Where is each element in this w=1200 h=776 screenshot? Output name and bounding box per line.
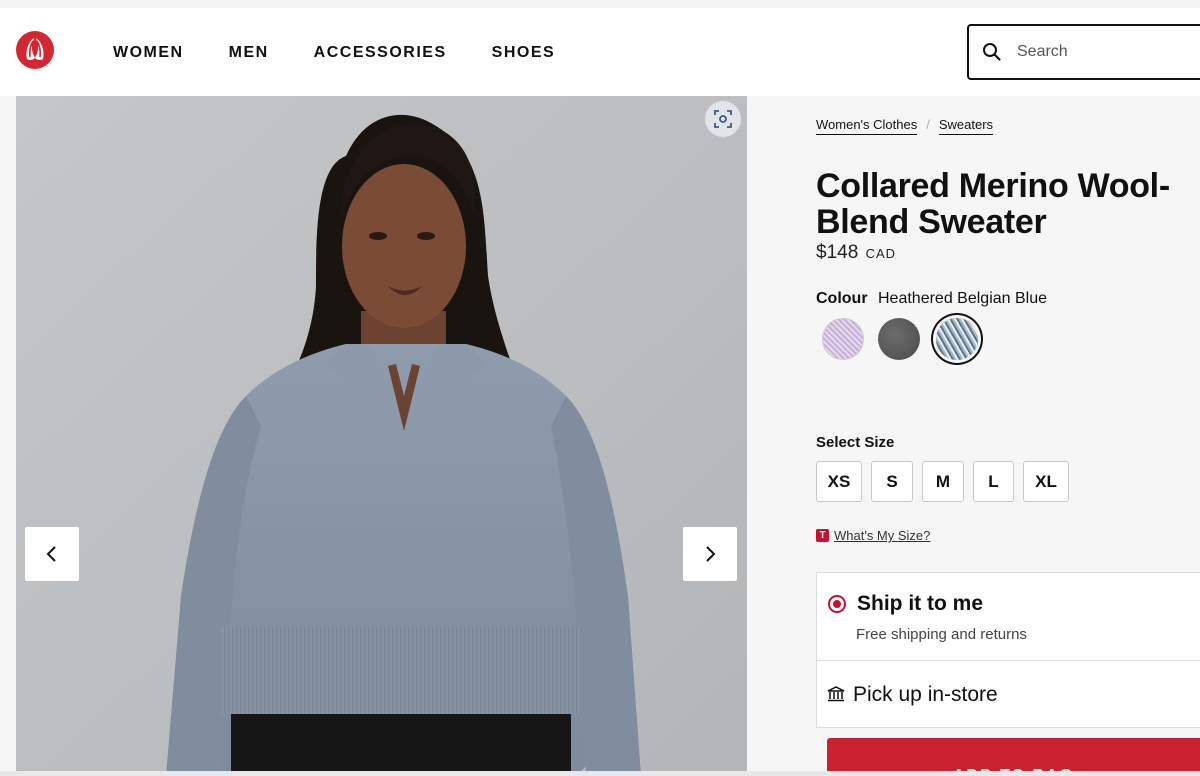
breadcrumb-womens-clothes[interactable]: Women's Clothes — [816, 117, 918, 135]
nav-shoes[interactable]: SHOES — [492, 44, 556, 62]
fit-guide: T What's My Size? — [816, 528, 930, 543]
colour-swatches — [822, 318, 992, 360]
search-box[interactable] — [967, 24, 1200, 80]
pickup-title: Pick up in-store — [853, 683, 998, 706]
nav-women[interactable]: WOMEN — [113, 44, 184, 62]
swatch-heathered-grey[interactable] — [878, 318, 920, 360]
breadcrumb-separator: / — [926, 117, 930, 132]
ship-to-me-option[interactable]: Ship it to me Free shipping and returns — [817, 573, 1200, 661]
main-nav: WOMEN MEN ACCESSORIES SHOES — [113, 44, 600, 62]
previous-image-button[interactable] — [25, 527, 79, 581]
ship-radio-selected-icon[interactable] — [828, 595, 846, 613]
store-icon — [827, 686, 845, 702]
ship-title: Ship it to me — [857, 592, 983, 615]
price-amount: $148 — [816, 242, 859, 263]
pickup-in-store-option[interactable]: Pick up in-store — [817, 661, 1200, 729]
product-price: $148 CAD — [816, 242, 896, 264]
bottom-edge — [0, 771, 1200, 776]
whats-my-size-link[interactable]: What's My Size? — [834, 528, 930, 543]
breadcrumb: Women's Clothes / Sweaters — [816, 117, 994, 135]
colour-row: Colour Heathered Belgian Blue — [816, 290, 1047, 308]
product-photo — [16, 96, 747, 776]
colour-value: Heathered Belgian Blue — [878, 290, 1048, 307]
chevron-left-icon — [46, 546, 56, 562]
top-strip — [0, 0, 1200, 8]
product-title: Collared Merino Wool-Blend Sweater — [816, 167, 1170, 241]
swatch-lilac[interactable] — [822, 318, 864, 360]
breadcrumb-sweaters[interactable]: Sweaters — [938, 117, 994, 135]
ship-subtitle: Free shipping and returns — [856, 626, 1027, 643]
nav-men[interactable]: MEN — [229, 44, 269, 62]
nav-accessories[interactable]: ACCESSORIES — [314, 44, 447, 62]
size-selector: XS S M L XL — [816, 461, 1078, 502]
price-currency: CAD — [865, 246, 897, 261]
fulfillment-options: Ship it to me Free shipping and returns … — [816, 572, 1200, 728]
site-header: WOMEN MEN ACCESSORIES SHOES — [0, 8, 1200, 96]
size-xs-button[interactable]: XS — [816, 461, 862, 502]
zoom-button[interactable] — [705, 101, 741, 137]
search-icon — [983, 43, 1001, 61]
next-image-button[interactable] — [683, 527, 737, 581]
size-m-button[interactable]: M — [922, 461, 964, 502]
fit-badge-icon: T — [816, 529, 829, 542]
size-label: Select Size — [816, 434, 895, 451]
size-l-button[interactable]: L — [973, 461, 1014, 502]
lululemon-logo-icon[interactable] — [15, 30, 55, 70]
scan-zoom-icon — [714, 110, 732, 128]
size-xl-button[interactable]: XL — [1023, 461, 1069, 502]
product-image-gallery — [16, 96, 747, 776]
colour-label: Colour — [816, 290, 868, 307]
swatch-heathered-belgian-blue[interactable] — [936, 318, 978, 360]
chevron-right-icon — [706, 546, 716, 562]
size-s-button[interactable]: S — [871, 461, 913, 502]
search-input[interactable] — [1017, 43, 1197, 61]
